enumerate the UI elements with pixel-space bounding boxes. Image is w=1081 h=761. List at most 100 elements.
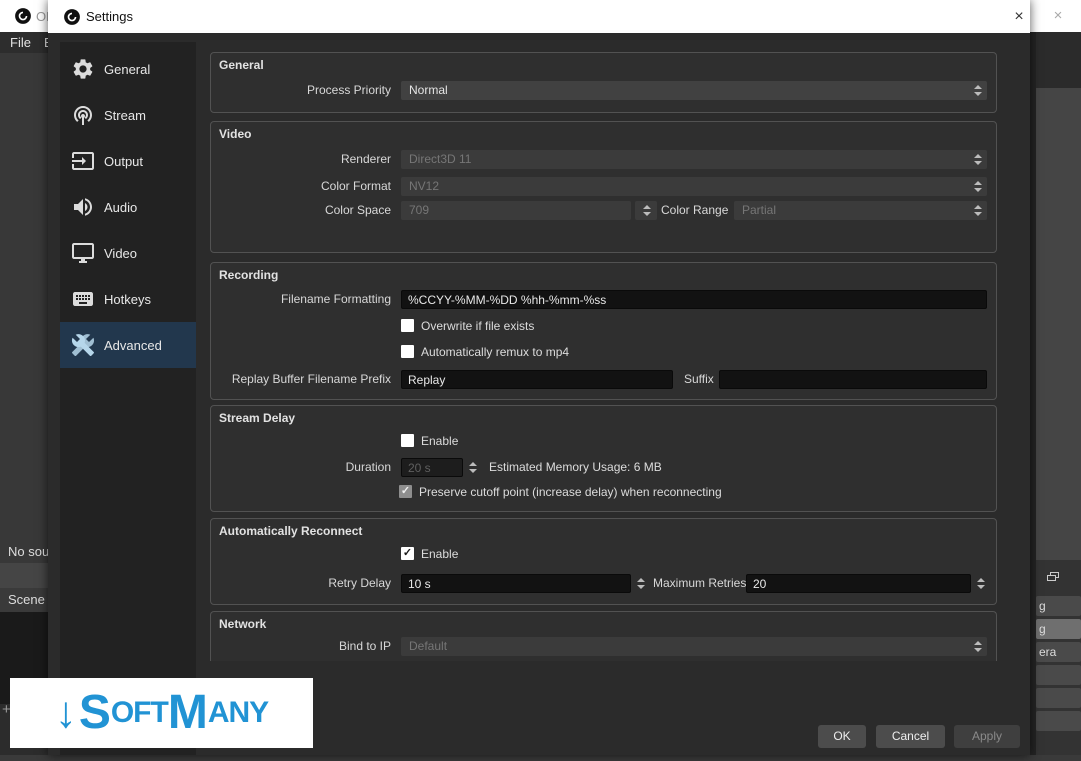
screen: OBS × File E No sourc Scene + g g era Se… [0,0,1081,761]
duration-label: Duration [211,458,391,477]
section-stream-delay: Stream Delay Enable Duration Estimated M… [210,405,997,512]
replay-prefix-label: Replay Buffer Filename Prefix [211,370,391,389]
color-space-label: Color Space [211,201,391,220]
start-streaming-button[interactable]: g [1036,596,1081,616]
apply-button[interactable]: Apply [954,725,1020,748]
retry-delay-input[interactable] [401,574,631,593]
remux-label: Automatically remux to mp4 [421,345,569,359]
tools-icon [71,333,95,357]
retry-delay-spinner[interactable] [633,574,649,593]
sidebar-item-hotkeys[interactable]: Hotkeys [60,276,196,322]
sidebar-item-video[interactable]: Video [60,230,196,276]
watermark-text: S [79,689,111,737]
virtual-camera-button[interactable]: era [1036,642,1081,662]
color-space-spinner [635,201,657,220]
max-retries-input[interactable] [746,574,971,593]
start-recording-button[interactable]: g [1036,619,1081,639]
section-general: General Process Priority Normal [210,52,997,113]
sidebar-item-label: Hotkeys [104,292,151,307]
sidebar-item-output[interactable]: Output [60,138,196,184]
bind-to-ip-select: Default [401,637,987,656]
process-priority-select[interactable]: Normal [401,81,987,100]
color-space-value: 709 [409,203,429,217]
process-priority-value: Normal [409,83,448,97]
spinner-icon [970,150,985,169]
section-reconnect: Automatically Reconnect Enable Retry Del… [210,518,997,605]
ok-button[interactable]: OK [818,725,866,748]
sidebar-item-label: Audio [104,200,137,215]
sidebar-item-audio[interactable]: Audio [60,184,196,230]
sources-toolbar-band [0,563,48,588]
overwrite-label: Overwrite if file exists [421,319,534,333]
output-monitor-arrow-icon [71,149,95,173]
settings-dialog: Settings × General Stream Output [48,0,1030,755]
sidebar-item-advanced[interactable]: Advanced [60,322,196,368]
dock-button-5[interactable] [1036,688,1081,708]
watermark-arrow-icon: ↓ [55,691,77,735]
spinner-icon[interactable] [970,81,985,100]
stream-delay-enable-checkbox[interactable] [401,434,414,447]
settings-sidebar: General Stream Output Audio [60,42,196,755]
section-title: Network [219,617,266,631]
dock-button-6[interactable] [1036,711,1081,731]
overwrite-checkbox[interactable] [401,319,414,332]
color-range-label: Color Range [661,201,728,220]
broadcast-icon [71,103,95,127]
color-range-select: Partial [734,201,987,220]
section-title: Stream Delay [219,411,295,425]
sidebar-item-general[interactable]: General [60,46,196,92]
dock-button-4[interactable] [1036,665,1081,685]
spinner-icon [970,201,985,220]
menu-file[interactable]: File [10,32,31,53]
max-retries-spinner[interactable] [973,574,989,593]
color-format-label: Color Format [211,177,391,196]
color-format-select: NV12 [401,177,987,196]
watermark-text: M [168,689,208,737]
keyboard-icon [71,287,95,311]
max-retries-label: Maximum Retries [653,574,746,593]
sidebar-item-label: Video [104,246,137,261]
settings-close-icon[interactable]: × [1008,6,1030,28]
obs-logo-icon [14,7,32,25]
scenes-panel-header: Scene [0,588,48,612]
color-space-select: 709 [401,201,631,220]
sidebar-item-label: Advanced [104,338,162,353]
right-dock-top [1036,32,1081,88]
section-network: Network Bind to IP Default [210,611,997,661]
spinner-icon [970,177,985,196]
scenes-panel-label: Scene [8,592,45,607]
remux-checkbox[interactable] [401,345,414,358]
reconnect-enable-label: Enable [421,547,458,561]
reconnect-enable-checkbox[interactable] [401,547,414,560]
cancel-button[interactable]: Cancel [876,725,945,748]
obs-logo-icon [63,8,81,26]
memory-usage-text: Estimated Memory Usage: 6 MB [489,458,662,477]
duration-input [401,458,463,477]
section-recording: Recording Filename Formatting Overwrite … [210,262,997,400]
filename-formatting-label: Filename Formatting [211,290,391,309]
filename-formatting-input[interactable] [401,290,987,309]
suffix-input[interactable] [719,370,987,389]
watermark-text: OFT [111,698,168,728]
sidebar-item-stream[interactable]: Stream [60,92,196,138]
section-video: Video Renderer Direct3D 11 Color Format … [210,121,997,253]
color-range-value: Partial [742,203,776,217]
section-title: Video [219,127,251,141]
bind-to-ip-value: Default [409,639,447,653]
bind-to-ip-label: Bind to IP [211,637,391,656]
watermark-text: ANY [208,698,268,728]
settings-title: Settings [86,9,133,24]
sidebar-item-label: Stream [104,108,146,123]
gear-icon [71,57,95,81]
stream-delay-enable-label: Enable [421,434,458,448]
window-bottom-strip [0,755,1081,761]
retry-delay-label: Retry Delay [211,574,391,593]
duplicate-icon[interactable] [1047,572,1059,582]
speaker-icon [71,195,95,219]
replay-prefix-input[interactable] [401,370,673,389]
spinner-icon [639,201,654,220]
settings-titlebar[interactable]: Settings × [48,0,1030,33]
main-close-icon[interactable]: × [1048,6,1068,26]
section-title: Recording [219,268,278,282]
monitor-icon [71,241,95,265]
